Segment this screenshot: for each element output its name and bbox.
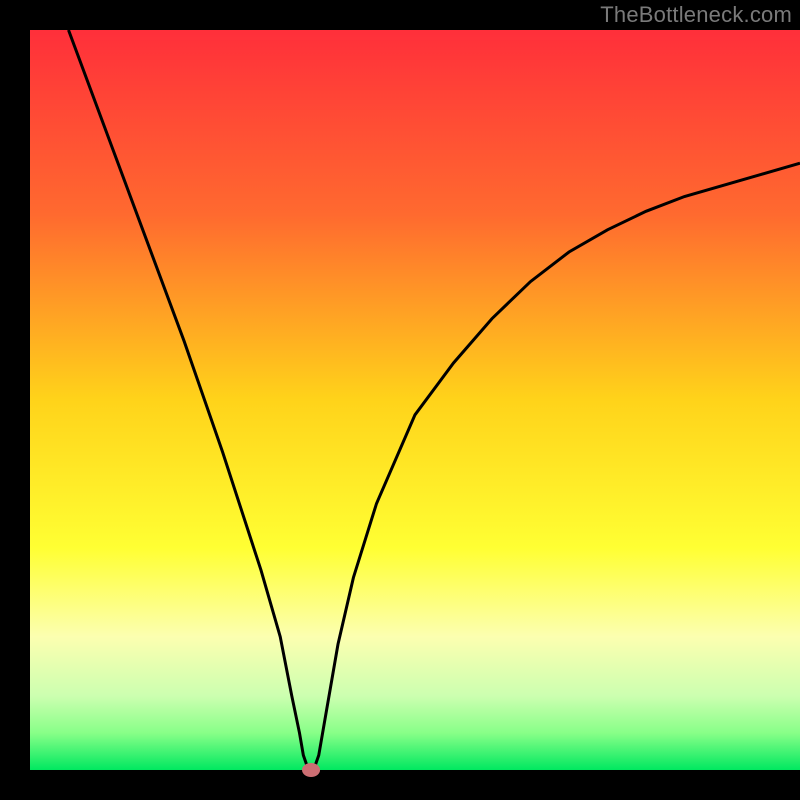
attribution-text: TheBottleneck.com bbox=[600, 2, 792, 28]
chart-frame: TheBottleneck.com bbox=[0, 0, 800, 800]
plot-background bbox=[30, 30, 800, 770]
minimum-marker bbox=[302, 763, 320, 777]
bottleneck-chart bbox=[0, 0, 800, 800]
